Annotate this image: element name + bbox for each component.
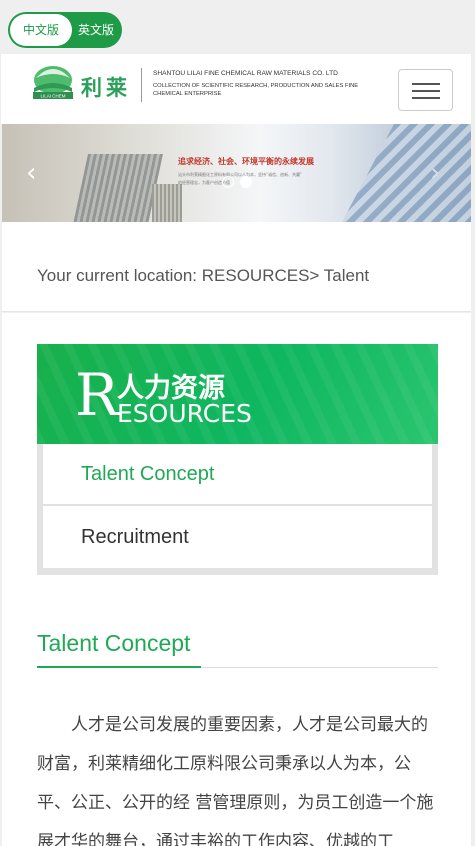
company-name-en: SHANTOU LILAI FINE CHEMICAL RAW MATERIAL… <box>153 70 338 77</box>
section-title-underline <box>37 666 201 668</box>
slide-indicator-1[interactable] <box>222 176 234 188</box>
english-version-button[interactable]: 英文版 <box>72 14 120 46</box>
sidebar-item-talent-concept[interactable]: Talent Concept <box>43 444 432 505</box>
breadcrumb: Your current location: RESOURCES> Talent <box>2 222 471 312</box>
banner-building-image <box>152 184 182 222</box>
banner-next-arrow-icon[interactable]: › <box>430 158 440 188</box>
sidebar-item-recruitment[interactable]: Recruitment <box>43 506 432 568</box>
banner-headline: 追求经济、社会、环境平衡的永续发展 <box>178 157 314 166</box>
logo-chinese-name: 利莱 <box>81 76 131 100</box>
hero-banner[interactable]: 追求经济、社会、环境平衡的永续发展 汕头市利莱精细化工原料有限公司以人为本，坚持… <box>2 124 471 222</box>
menu-bar-icon <box>412 90 440 92</box>
sidebar-menu: R 人力资源 ESOURCES Talent Concept Recruitme… <box>37 344 438 575</box>
slide-indicator-2-active[interactable] <box>240 176 252 188</box>
sidebar-header: R 人力资源 ESOURCES <box>37 344 438 444</box>
banner-prev-arrow-icon[interactable]: ‹ <box>26 158 36 188</box>
banner-building-image <box>72 154 163 222</box>
hamburger-menu-button[interactable] <box>398 69 453 111</box>
chinese-version-button[interactable]: 中文版 <box>10 14 72 46</box>
talent-concept-paragraph: 人才是公司发展的重要因素，人才是公司最大的财富，利莱精细化工原料限公司秉承以人为… <box>37 715 434 846</box>
menu-bar-icon <box>412 83 440 85</box>
banner-subline: 汕头市利莱精细化工原料有限公司以人为本，坚持“诚信、创新、共赢” <box>178 172 303 177</box>
logo-divider <box>141 68 142 102</box>
language-bar: 中文版 英文版 <box>0 0 475 54</box>
sidebar-header-en: ESOURCES <box>117 399 252 428</box>
section-title: Talent Concept <box>37 630 191 656</box>
breadcrumb-text: Your current location: RESOURCES> Talent <box>37 266 370 285</box>
logo-badge-text: LILAI CHEM <box>40 94 65 99</box>
main-content: R 人力资源 ESOURCES Talent Concept Recruitme… <box>2 312 471 846</box>
banner-glass-building-image <box>342 124 471 222</box>
site-header: LILAI CHEM 利莱 SHANTOU LILAI FINE CHEMICA… <box>1 54 471 124</box>
company-tagline: COLLECTION OF SCIENTIFIC RESEARCH, PRODU… <box>153 83 359 97</box>
menu-bar-icon <box>412 97 440 99</box>
company-logo-icon[interactable]: LILAI CHEM <box>31 64 75 100</box>
language-toggle[interactable]: 中文版 英文版 <box>8 12 122 48</box>
sidebar-header-initial: R <box>75 361 119 429</box>
